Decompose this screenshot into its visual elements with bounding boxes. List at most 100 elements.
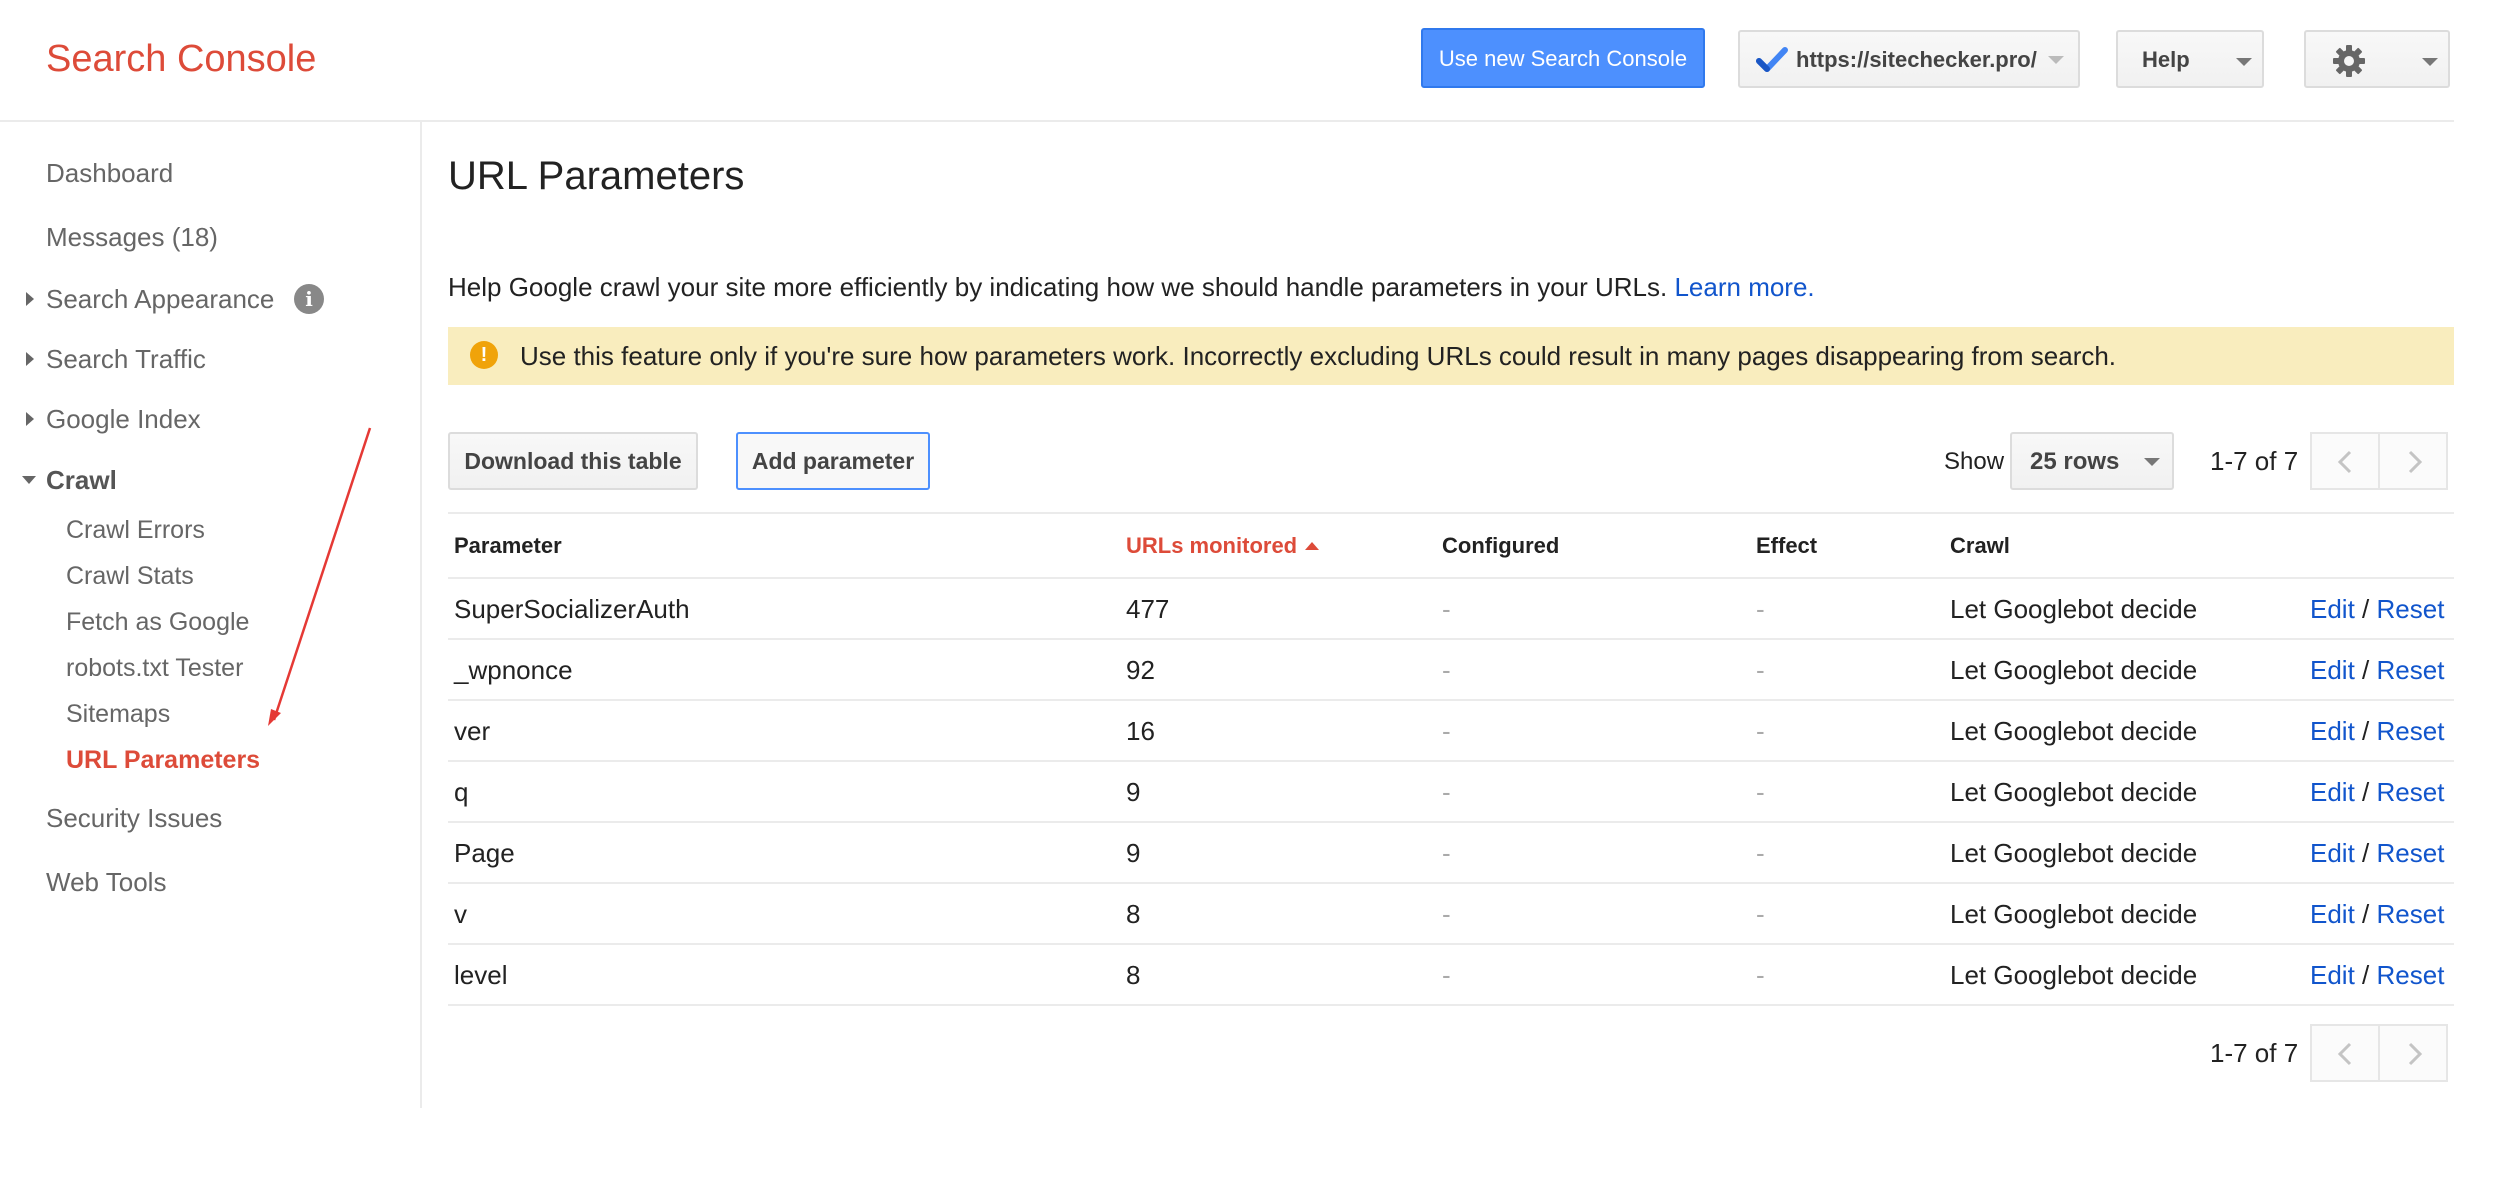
chevron-down-icon [2048, 56, 2064, 64]
sidebar-item-security-issues[interactable]: Security Issues [46, 801, 222, 835]
chevron-right-icon [2408, 450, 2423, 474]
action-separator: / [2362, 838, 2370, 868]
configured-value: - [1442, 777, 1451, 807]
edit-link[interactable]: Edit [2310, 655, 2355, 685]
edit-link[interactable]: Edit [2310, 716, 2355, 746]
expand-arrow-icon[interactable] [26, 352, 34, 366]
reset-link[interactable]: Reset [2377, 960, 2445, 990]
sidebar-item-web-tools[interactable]: Web Tools [46, 865, 166, 899]
sidebar-item-robots-tester[interactable]: robots.txt Tester [66, 651, 243, 685]
sidebar-divider [420, 122, 422, 1108]
reset-link[interactable]: Reset [2377, 716, 2445, 746]
reset-link[interactable]: Reset [2377, 838, 2445, 868]
edit-link[interactable]: Edit [2310, 838, 2355, 868]
chevron-down-icon [2422, 58, 2438, 66]
sidebar-item-crawl-errors[interactable]: Crawl Errors [66, 513, 205, 547]
crawl-value: Let Googlebot decide [1950, 655, 2198, 685]
reset-link[interactable]: Reset [2377, 899, 2445, 929]
effect-value: - [1756, 594, 1765, 624]
edit-link[interactable]: Edit [2310, 777, 2355, 807]
parameter-name: _wpnonce [454, 655, 573, 685]
action-separator: / [2362, 899, 2370, 929]
sidebar-item-messages[interactable]: Messages (18) [46, 220, 218, 254]
sidebar-item-google-index[interactable]: Google Index [46, 402, 201, 436]
edit-link[interactable]: Edit [2310, 960, 2355, 990]
chevron-down-icon [2144, 458, 2160, 466]
rows-per-page-select[interactable]: 25 rows [2010, 432, 2174, 490]
crawl-value: Let Googlebot decide [1950, 777, 2198, 807]
urls-monitored: 9 [1126, 838, 1141, 868]
effect-value: - [1756, 960, 1765, 990]
column-header-configured[interactable]: Configured [1442, 532, 1559, 560]
prev-page-button-top[interactable] [2310, 432, 2380, 490]
intro-description: Help Google crawl your site more efficie… [448, 272, 1668, 302]
sidebar-item-search-traffic[interactable]: Search Traffic [46, 342, 206, 376]
rows-per-page-value: 25 rows [2030, 448, 2120, 475]
column-header-crawl[interactable]: Crawl [1950, 532, 2010, 560]
annotation-arrow [268, 427, 372, 726]
expand-arrow-icon[interactable] [26, 292, 34, 306]
sidebar-item-crawl-stats[interactable]: Crawl Stats [66, 559, 194, 593]
collapse-arrow-icon[interactable] [22, 476, 36, 484]
table-row: v 8 - - Let Googlebot decide Edit / Rese… [448, 884, 2454, 945]
warning-banner: ! Use this feature only if you're sure h… [448, 327, 2454, 385]
row-actions: Edit / Reset [2310, 593, 2444, 625]
show-label: Show [1944, 448, 2005, 475]
header: Search Console Use new Search Console ht… [0, 0, 2514, 120]
parameter-name: Page [454, 838, 515, 868]
sidebar-item-fetch-as-google[interactable]: Fetch as Google [66, 605, 249, 639]
table-row: level 8 - - Let Googlebot decide Edit / … [448, 945, 2454, 1006]
sidebar-item-search-appearance[interactable]: Search Appearance [46, 282, 274, 316]
row-divider [448, 1004, 2454, 1006]
configured-value: - [1442, 838, 1451, 868]
sidebar-item-url-parameters[interactable]: URL Parameters [66, 743, 260, 777]
edit-link[interactable]: Edit [2310, 899, 2355, 929]
urls-monitored: 8 [1126, 899, 1141, 929]
expand-arrow-icon[interactable] [26, 412, 34, 426]
sidebar-item-crawl[interactable]: Crawl [46, 463, 117, 497]
row-actions: Edit / Reset [2310, 837, 2444, 869]
reset-link[interactable]: Reset [2377, 655, 2445, 685]
parameter-name: v [454, 899, 467, 929]
sidebar-item-dashboard[interactable]: Dashboard [46, 156, 173, 190]
site-selector[interactable]: https://sitechecker.pro/ [1738, 30, 2080, 88]
action-separator: / [2362, 777, 2370, 807]
crawl-value: Let Googlebot decide [1950, 899, 2198, 929]
help-button[interactable]: Help [2116, 30, 2264, 88]
row-actions: Edit / Reset [2310, 776, 2444, 808]
next-page-button-bottom[interactable] [2378, 1024, 2448, 1082]
prev-page-button-bottom[interactable] [2310, 1024, 2380, 1082]
edit-link[interactable]: Edit [2310, 594, 2355, 624]
parameter-name: ver [454, 716, 491, 746]
crawl-value: Let Googlebot decide [1950, 716, 2198, 746]
pagination-count-top: 1-7 of 7 [2210, 446, 2299, 476]
action-separator: / [2362, 716, 2370, 746]
page-title: URL Parameters [448, 154, 745, 198]
pagination-count-bottom: 1-7 of 7 [2210, 1038, 2299, 1068]
intro-text: Help Google crawl your site more efficie… [448, 270, 1815, 304]
next-page-button-top[interactable] [2378, 432, 2448, 490]
reset-link[interactable]: Reset [2377, 594, 2445, 624]
warning-text: Use this feature only if you're sure how… [520, 341, 2117, 371]
action-separator: / [2362, 655, 2370, 685]
urls-monitored: 8 [1126, 960, 1141, 990]
info-icon[interactable]: i [294, 284, 324, 314]
add-parameter-button[interactable]: Add parameter [736, 432, 930, 490]
column-header-effect[interactable]: Effect [1756, 532, 1817, 560]
chevron-left-icon [2337, 1042, 2352, 1066]
table-row: q 9 - - Let Googlebot decide Edit / Rese… [448, 762, 2454, 823]
app-title[interactable]: Search Console [46, 36, 316, 82]
crawl-value: Let Googlebot decide [1950, 838, 2198, 868]
use-new-search-console-button[interactable]: Use new Search Console [1421, 28, 1705, 88]
learn-more-link[interactable]: Learn more. [1674, 272, 1814, 302]
column-header-urls-monitored[interactable]: URLs monitored [1126, 532, 1320, 560]
sidebar-item-sitemaps[interactable]: Sitemaps [66, 697, 170, 731]
row-actions: Edit / Reset [2310, 959, 2444, 991]
column-header-parameter[interactable]: Parameter [454, 532, 562, 560]
site-url: https://sitechecker.pro/ [1796, 47, 2037, 72]
configured-value: - [1442, 655, 1451, 685]
reset-link[interactable]: Reset [2377, 777, 2445, 807]
settings-button[interactable] [2304, 30, 2450, 88]
download-table-button[interactable]: Download this table [448, 432, 698, 490]
urls-monitored: 9 [1126, 777, 1141, 807]
